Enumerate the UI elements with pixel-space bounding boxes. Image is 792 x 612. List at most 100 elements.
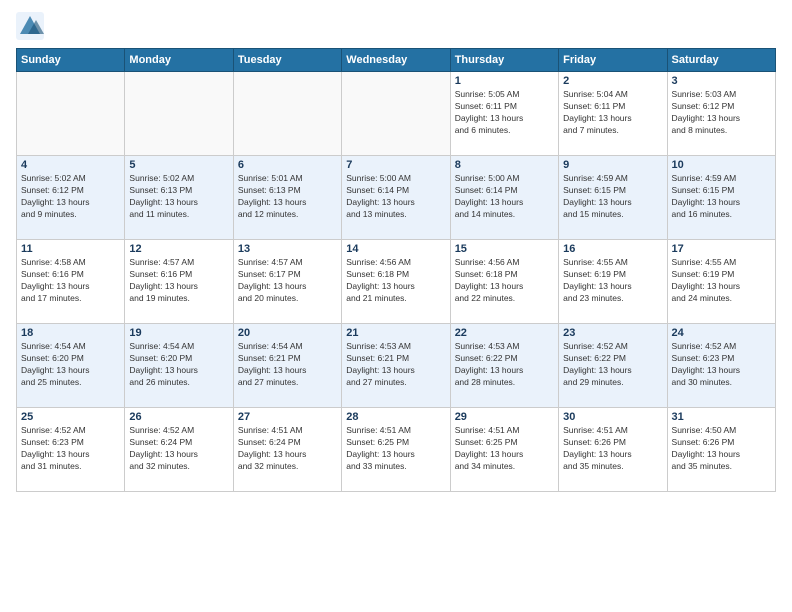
day-info: Sunrise: 5:00 AM Sunset: 6:14 PM Dayligh…	[455, 173, 554, 221]
calendar-cell: 31 Sunrise: 4:50 AM Sunset: 6:26 PM Dayli…	[667, 408, 775, 492]
day-number: 29	[455, 411, 554, 423]
page-header	[16, 12, 776, 40]
day-info: Sunrise: 4:59 AM Sunset: 6:15 PM Dayligh…	[563, 173, 662, 221]
day-info: Sunrise: 4:54 AM Sunset: 6:21 PM Dayligh…	[238, 341, 337, 389]
day-info: Sunrise: 5:02 AM Sunset: 6:12 PM Dayligh…	[21, 173, 120, 221]
day-info: Sunrise: 4:52 AM Sunset: 6:22 PM Dayligh…	[563, 341, 662, 389]
day-number: 8	[455, 159, 554, 171]
calendar-cell: 23 Sunrise: 4:52 AM Sunset: 6:22 PM Dayli…	[559, 324, 667, 408]
day-info: Sunrise: 4:52 AM Sunset: 6:24 PM Dayligh…	[129, 425, 228, 473]
day-number: 23	[563, 327, 662, 339]
calendar-cell: 24 Sunrise: 4:52 AM Sunset: 6:23 PM Dayli…	[667, 324, 775, 408]
day-number: 14	[346, 243, 445, 255]
weekday-header: Thursday	[450, 49, 558, 72]
day-info: Sunrise: 4:51 AM Sunset: 6:25 PM Dayligh…	[455, 425, 554, 473]
day-info: Sunrise: 4:57 AM Sunset: 6:16 PM Dayligh…	[129, 257, 228, 305]
day-number: 12	[129, 243, 228, 255]
day-number: 3	[672, 75, 771, 87]
day-number: 17	[672, 243, 771, 255]
calendar-cell	[233, 72, 341, 156]
calendar-cell: 20 Sunrise: 4:54 AM Sunset: 6:21 PM Dayli…	[233, 324, 341, 408]
calendar-cell: 7 Sunrise: 5:00 AM Sunset: 6:14 PM Daylig…	[342, 156, 450, 240]
weekday-header: Friday	[559, 49, 667, 72]
day-number: 7	[346, 159, 445, 171]
day-info: Sunrise: 4:50 AM Sunset: 6:26 PM Dayligh…	[672, 425, 771, 473]
calendar-cell: 27 Sunrise: 4:51 AM Sunset: 6:24 PM Dayli…	[233, 408, 341, 492]
calendar-cell: 30 Sunrise: 4:51 AM Sunset: 6:26 PM Dayli…	[559, 408, 667, 492]
logo	[16, 12, 48, 40]
calendar-week-row: 11 Sunrise: 4:58 AM Sunset: 6:16 PM Dayli…	[17, 240, 776, 324]
day-number: 10	[672, 159, 771, 171]
day-info: Sunrise: 4:51 AM Sunset: 6:25 PM Dayligh…	[346, 425, 445, 473]
day-number: 11	[21, 243, 120, 255]
day-info: Sunrise: 4:55 AM Sunset: 6:19 PM Dayligh…	[563, 257, 662, 305]
calendar-cell: 13Sunrise: 4:57 AM Sunset: 6:17 PM Dayli…	[233, 240, 341, 324]
weekday-header: Sunday	[17, 49, 125, 72]
day-info: Sunrise: 4:53 AM Sunset: 6:22 PM Dayligh…	[455, 341, 554, 389]
day-number: 26	[129, 411, 228, 423]
calendar-week-row: 18 Sunrise: 4:54 AM Sunset: 6:20 PM Dayli…	[17, 324, 776, 408]
day-info: Sunrise: 4:54 AM Sunset: 6:20 PM Dayligh…	[129, 341, 228, 389]
day-number: 1	[455, 75, 554, 87]
weekday-header-row: SundayMondayTuesdayWednesdayThursdayFrid…	[17, 49, 776, 72]
day-info: Sunrise: 4:56 AM Sunset: 6:18 PM Dayligh…	[346, 257, 445, 305]
day-number: 5	[129, 159, 228, 171]
calendar-cell: 25 Sunrise: 4:52 AM Sunset: 6:23 PM Dayli…	[17, 408, 125, 492]
day-number: 21	[346, 327, 445, 339]
day-number: 9	[563, 159, 662, 171]
day-number: 6	[238, 159, 337, 171]
calendar-cell	[342, 72, 450, 156]
day-info: Sunrise: 4:53 AM Sunset: 6:21 PM Dayligh…	[346, 341, 445, 389]
calendar-cell: 11 Sunrise: 4:58 AM Sunset: 6:16 PM Dayli…	[17, 240, 125, 324]
calendar-cell: 12 Sunrise: 4:57 AM Sunset: 6:16 PM Dayli…	[125, 240, 233, 324]
calendar-cell: 19 Sunrise: 4:54 AM Sunset: 6:20 PM Dayli…	[125, 324, 233, 408]
calendar-week-row: 25 Sunrise: 4:52 AM Sunset: 6:23 PM Dayli…	[17, 408, 776, 492]
calendar-cell: 6 Sunrise: 5:01 AM Sunset: 6:13 PM Daylig…	[233, 156, 341, 240]
day-info: Sunrise: 5:01 AM Sunset: 6:13 PM Dayligh…	[238, 173, 337, 221]
calendar-cell: 8 Sunrise: 5:00 AM Sunset: 6:14 PM Daylig…	[450, 156, 558, 240]
calendar-cell: 3 Sunrise: 5:03 AM Sunset: 6:12 PM Daylig…	[667, 72, 775, 156]
day-info: Sunrise: 4:51 AM Sunset: 6:24 PM Dayligh…	[238, 425, 337, 473]
day-number: 25	[21, 411, 120, 423]
day-number: 27	[238, 411, 337, 423]
day-number: 16	[563, 243, 662, 255]
calendar-cell	[17, 72, 125, 156]
calendar-cell: 4 Sunrise: 5:02 AM Sunset: 6:12 PM Daylig…	[17, 156, 125, 240]
day-info: Sunrise: 5:00 AM Sunset: 6:14 PM Dayligh…	[346, 173, 445, 221]
day-info: Sunrise: 4:52 AM Sunset: 6:23 PM Dayligh…	[672, 341, 771, 389]
calendar-cell: 1 Sunrise: 5:05 AM Sunset: 6:11 PM Daylig…	[450, 72, 558, 156]
day-info: Sunrise: 4:54 AM Sunset: 6:20 PM Dayligh…	[21, 341, 120, 389]
day-number: 22	[455, 327, 554, 339]
calendar-table: SundayMondayTuesdayWednesdayThursdayFrid…	[16, 48, 776, 492]
calendar-cell: 5 Sunrise: 5:02 AM Sunset: 6:13 PM Daylig…	[125, 156, 233, 240]
calendar-cell: 15Sunrise: 4:56 AM Sunset: 6:18 PM Dayli…	[450, 240, 558, 324]
calendar-cell: 17 Sunrise: 4:55 AM Sunset: 6:19 PM Dayli…	[667, 240, 775, 324]
day-number: 31	[672, 411, 771, 423]
day-number: 30	[563, 411, 662, 423]
calendar-cell: 29 Sunrise: 4:51 AM Sunset: 6:25 PM Dayli…	[450, 408, 558, 492]
day-info: Sunrise: 4:51 AM Sunset: 6:26 PM Dayligh…	[563, 425, 662, 473]
day-info: Sunrise: 4:57 AM Sunset: 6:17 PM Dayligh…	[238, 257, 337, 305]
day-info: Sunrise: 4:56 AM Sunset: 6:18 PM Dayligh…	[455, 257, 554, 305]
day-info: Sunrise: 5:02 AM Sunset: 6:13 PM Dayligh…	[129, 173, 228, 221]
day-number: 18	[21, 327, 120, 339]
day-number: 24	[672, 327, 771, 339]
day-info: Sunrise: 5:04 AM Sunset: 6:11 PM Dayligh…	[563, 89, 662, 137]
day-number: 2	[563, 75, 662, 87]
weekday-header: Monday	[125, 49, 233, 72]
calendar-cell: 26 Sunrise: 4:52 AM Sunset: 6:24 PM Dayli…	[125, 408, 233, 492]
calendar-cell: 18 Sunrise: 4:54 AM Sunset: 6:20 PM Dayli…	[17, 324, 125, 408]
day-info: Sunrise: 5:05 AM Sunset: 6:11 PM Dayligh…	[455, 89, 554, 137]
day-info: Sunrise: 4:52 AM Sunset: 6:23 PM Dayligh…	[21, 425, 120, 473]
calendar-cell: 14 Sunrise: 4:56 AM Sunset: 6:18 PM Dayli…	[342, 240, 450, 324]
weekday-header: Saturday	[667, 49, 775, 72]
day-info: Sunrise: 4:58 AM Sunset: 6:16 PM Dayligh…	[21, 257, 120, 305]
day-number: 20	[238, 327, 337, 339]
logo-icon	[16, 12, 44, 40]
calendar-cell: 16 Sunrise: 4:55 AM Sunset: 6:19 PM Dayli…	[559, 240, 667, 324]
day-number: 4	[21, 159, 120, 171]
day-number: 19	[129, 327, 228, 339]
day-info: Sunrise: 5:03 AM Sunset: 6:12 PM Dayligh…	[672, 89, 771, 137]
day-info: Sunrise: 4:55 AM Sunset: 6:19 PM Dayligh…	[672, 257, 771, 305]
calendar-week-row: 1 Sunrise: 5:05 AM Sunset: 6:11 PM Daylig…	[17, 72, 776, 156]
